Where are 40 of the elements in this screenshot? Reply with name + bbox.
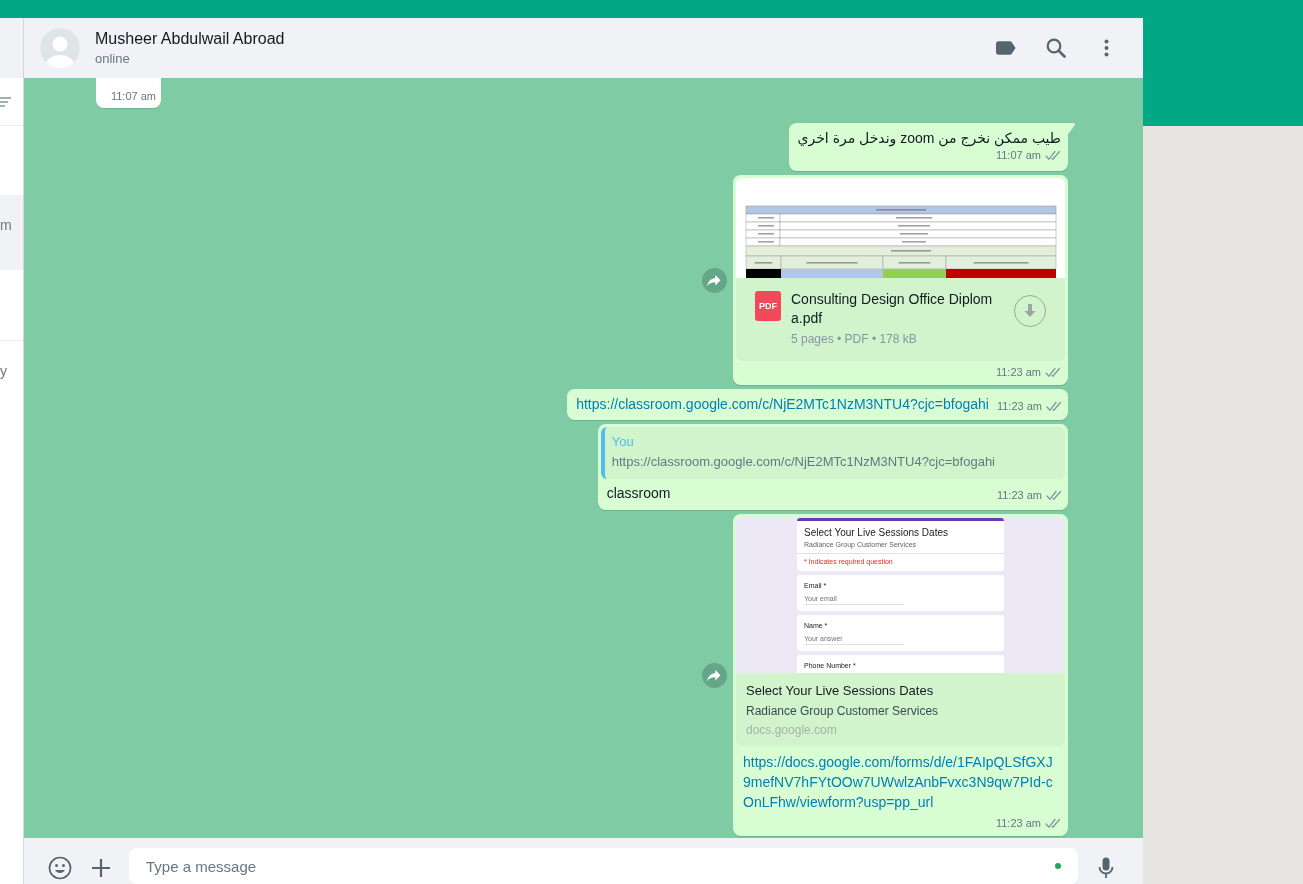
message-time: 11:07 am xyxy=(110,89,156,104)
message-text: classroom xyxy=(606,484,671,503)
form-title: Select Your Live Sessions Dates xyxy=(804,526,948,539)
quote-text: https://classroom.google.com/c/NjE2MTc1NzM3NTU4?cjc=bfogahi xyxy=(611,453,995,471)
file-details: 5 pages • PDF • 178 kB xyxy=(791,331,917,347)
file-attachment[interactable]: PDF Consulting Design Office Diploma.pdf 5 pages • PDF • 178 kB xyxy=(736,278,1065,361)
message-time: 11:23 am xyxy=(995,365,1041,380)
quoted-message[interactable]: You https://classroom.google.com/c/NjE2MTc1NzM3NTU4?cjc=bfogahi xyxy=(600,427,1065,479)
message-time: 11:07 am xyxy=(995,148,1041,163)
file-type-badge: PDF xyxy=(755,291,781,321)
search-icon xyxy=(1046,38,1066,58)
plus-icon xyxy=(91,858,111,878)
filter-icon[interactable] xyxy=(0,96,11,107)
message-text: طيب ممكن نخرج من zoom وندخل مرة اخري xyxy=(797,129,1061,148)
curved-arrow-icon xyxy=(707,273,722,287)
quote-author: You xyxy=(611,433,634,451)
forward-button[interactable] xyxy=(702,267,727,293)
message-time: 11:23 am xyxy=(996,488,1042,503)
preview-title: Select Your Live Sessions Dates xyxy=(746,682,934,700)
message-link[interactable]: https://classroom.google.com/c/NjE2MTc1NzM3NTU4?cjc=bfogahi xyxy=(576,395,989,414)
status-dot-icon xyxy=(1055,863,1061,869)
preview-domain: docs.google.com xyxy=(746,722,837,739)
message-input[interactable]: Type a message xyxy=(129,848,1078,884)
chat-list-item[interactable]: m xyxy=(0,195,23,270)
preview-description: Radiance Group Customer Services xyxy=(746,703,939,720)
file-name: Consulting Design Office Diploma.pdf xyxy=(791,290,994,328)
microphone-icon xyxy=(1098,857,1114,879)
forward-button[interactable] xyxy=(702,662,727,688)
contact-name[interactable]: Musheer Abdulwail Abroad xyxy=(95,28,285,49)
menu-icon xyxy=(1103,39,1109,57)
curved-arrow-icon xyxy=(707,668,722,682)
tag-icon xyxy=(996,41,1016,55)
contact-status: online xyxy=(95,50,130,68)
message-link[interactable]: https://docs.google.com/forms/d/e/1FAIpQLSfGXJ9mefNV7hFYtOOw7UWwlzAnbFvxc3N9qw7PId-cOnLFhw/viewform?usp=pp_url xyxy=(743,752,1056,812)
emoji-button[interactable] xyxy=(47,855,73,881)
message-time: 11:23 am xyxy=(996,399,1042,414)
message-time: 11:23 am xyxy=(995,816,1041,831)
link-preview-card[interactable]: Select Your Live Sessions Dates Radiance Group Customer Services docs.google.com xyxy=(736,673,1065,746)
smiley-icon xyxy=(48,856,72,880)
download-arrow-icon xyxy=(1024,304,1036,318)
